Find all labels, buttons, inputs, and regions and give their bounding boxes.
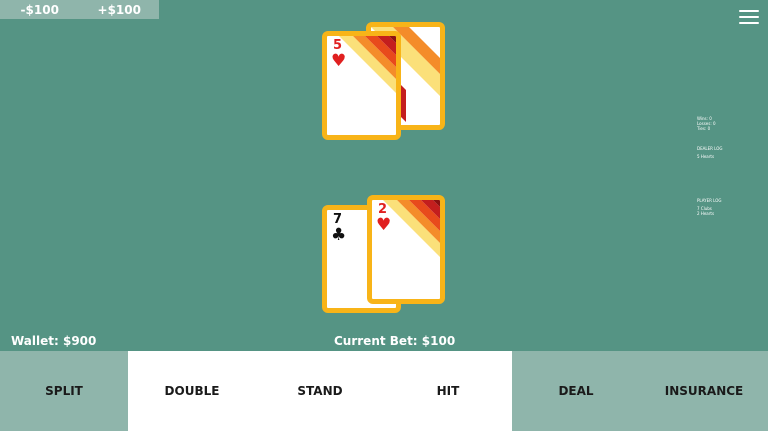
player-card: 2 ♥ (367, 195, 445, 304)
heart-icon: ♥ (331, 51, 347, 71)
hamburger-menu-icon[interactable] (739, 10, 759, 24)
wallet-label: Wallet: $900 (11, 334, 97, 348)
heart-icon: ♥ (376, 215, 392, 235)
dealer-card: 5 ♥ (322, 31, 401, 140)
stand-button[interactable]: STAND (256, 351, 384, 431)
action-bar: SPLIT DOUBLE STAND HIT DEAL INSURANCE (0, 351, 768, 431)
dealer-log-title: DEALER LOG (697, 146, 723, 151)
player-log: PLAYER LOG 7 Clubs 2 Hearts (697, 198, 722, 216)
hit-button[interactable]: HIT (384, 351, 512, 431)
increase-bet-button[interactable]: +$100 (80, 0, 160, 19)
ties-count: Ties: 0 (697, 126, 711, 131)
player-log-entry: 2 Hearts (697, 211, 715, 216)
insurance-button[interactable]: INSURANCE (640, 351, 768, 431)
bet-adjust-bar: -$100 +$100 (0, 0, 159, 19)
decrease-bet-button[interactable]: -$100 (0, 0, 80, 19)
deal-button[interactable]: DEAL (512, 351, 640, 431)
double-button[interactable]: DOUBLE (128, 351, 256, 431)
split-button[interactable]: SPLIT (0, 351, 128, 431)
club-icon: ♣ (331, 225, 347, 245)
player-log-title: PLAYER LOG (697, 198, 722, 203)
current-bet-label: Current Bet: $100 (334, 334, 456, 348)
dealer-log-entry: 5 Hearts (697, 154, 715, 159)
dealer-log: DEALER LOG 5 Hearts (697, 146, 722, 159)
score-log: Wins: 0 Losses: 0 Ties: 0 (697, 116, 715, 131)
